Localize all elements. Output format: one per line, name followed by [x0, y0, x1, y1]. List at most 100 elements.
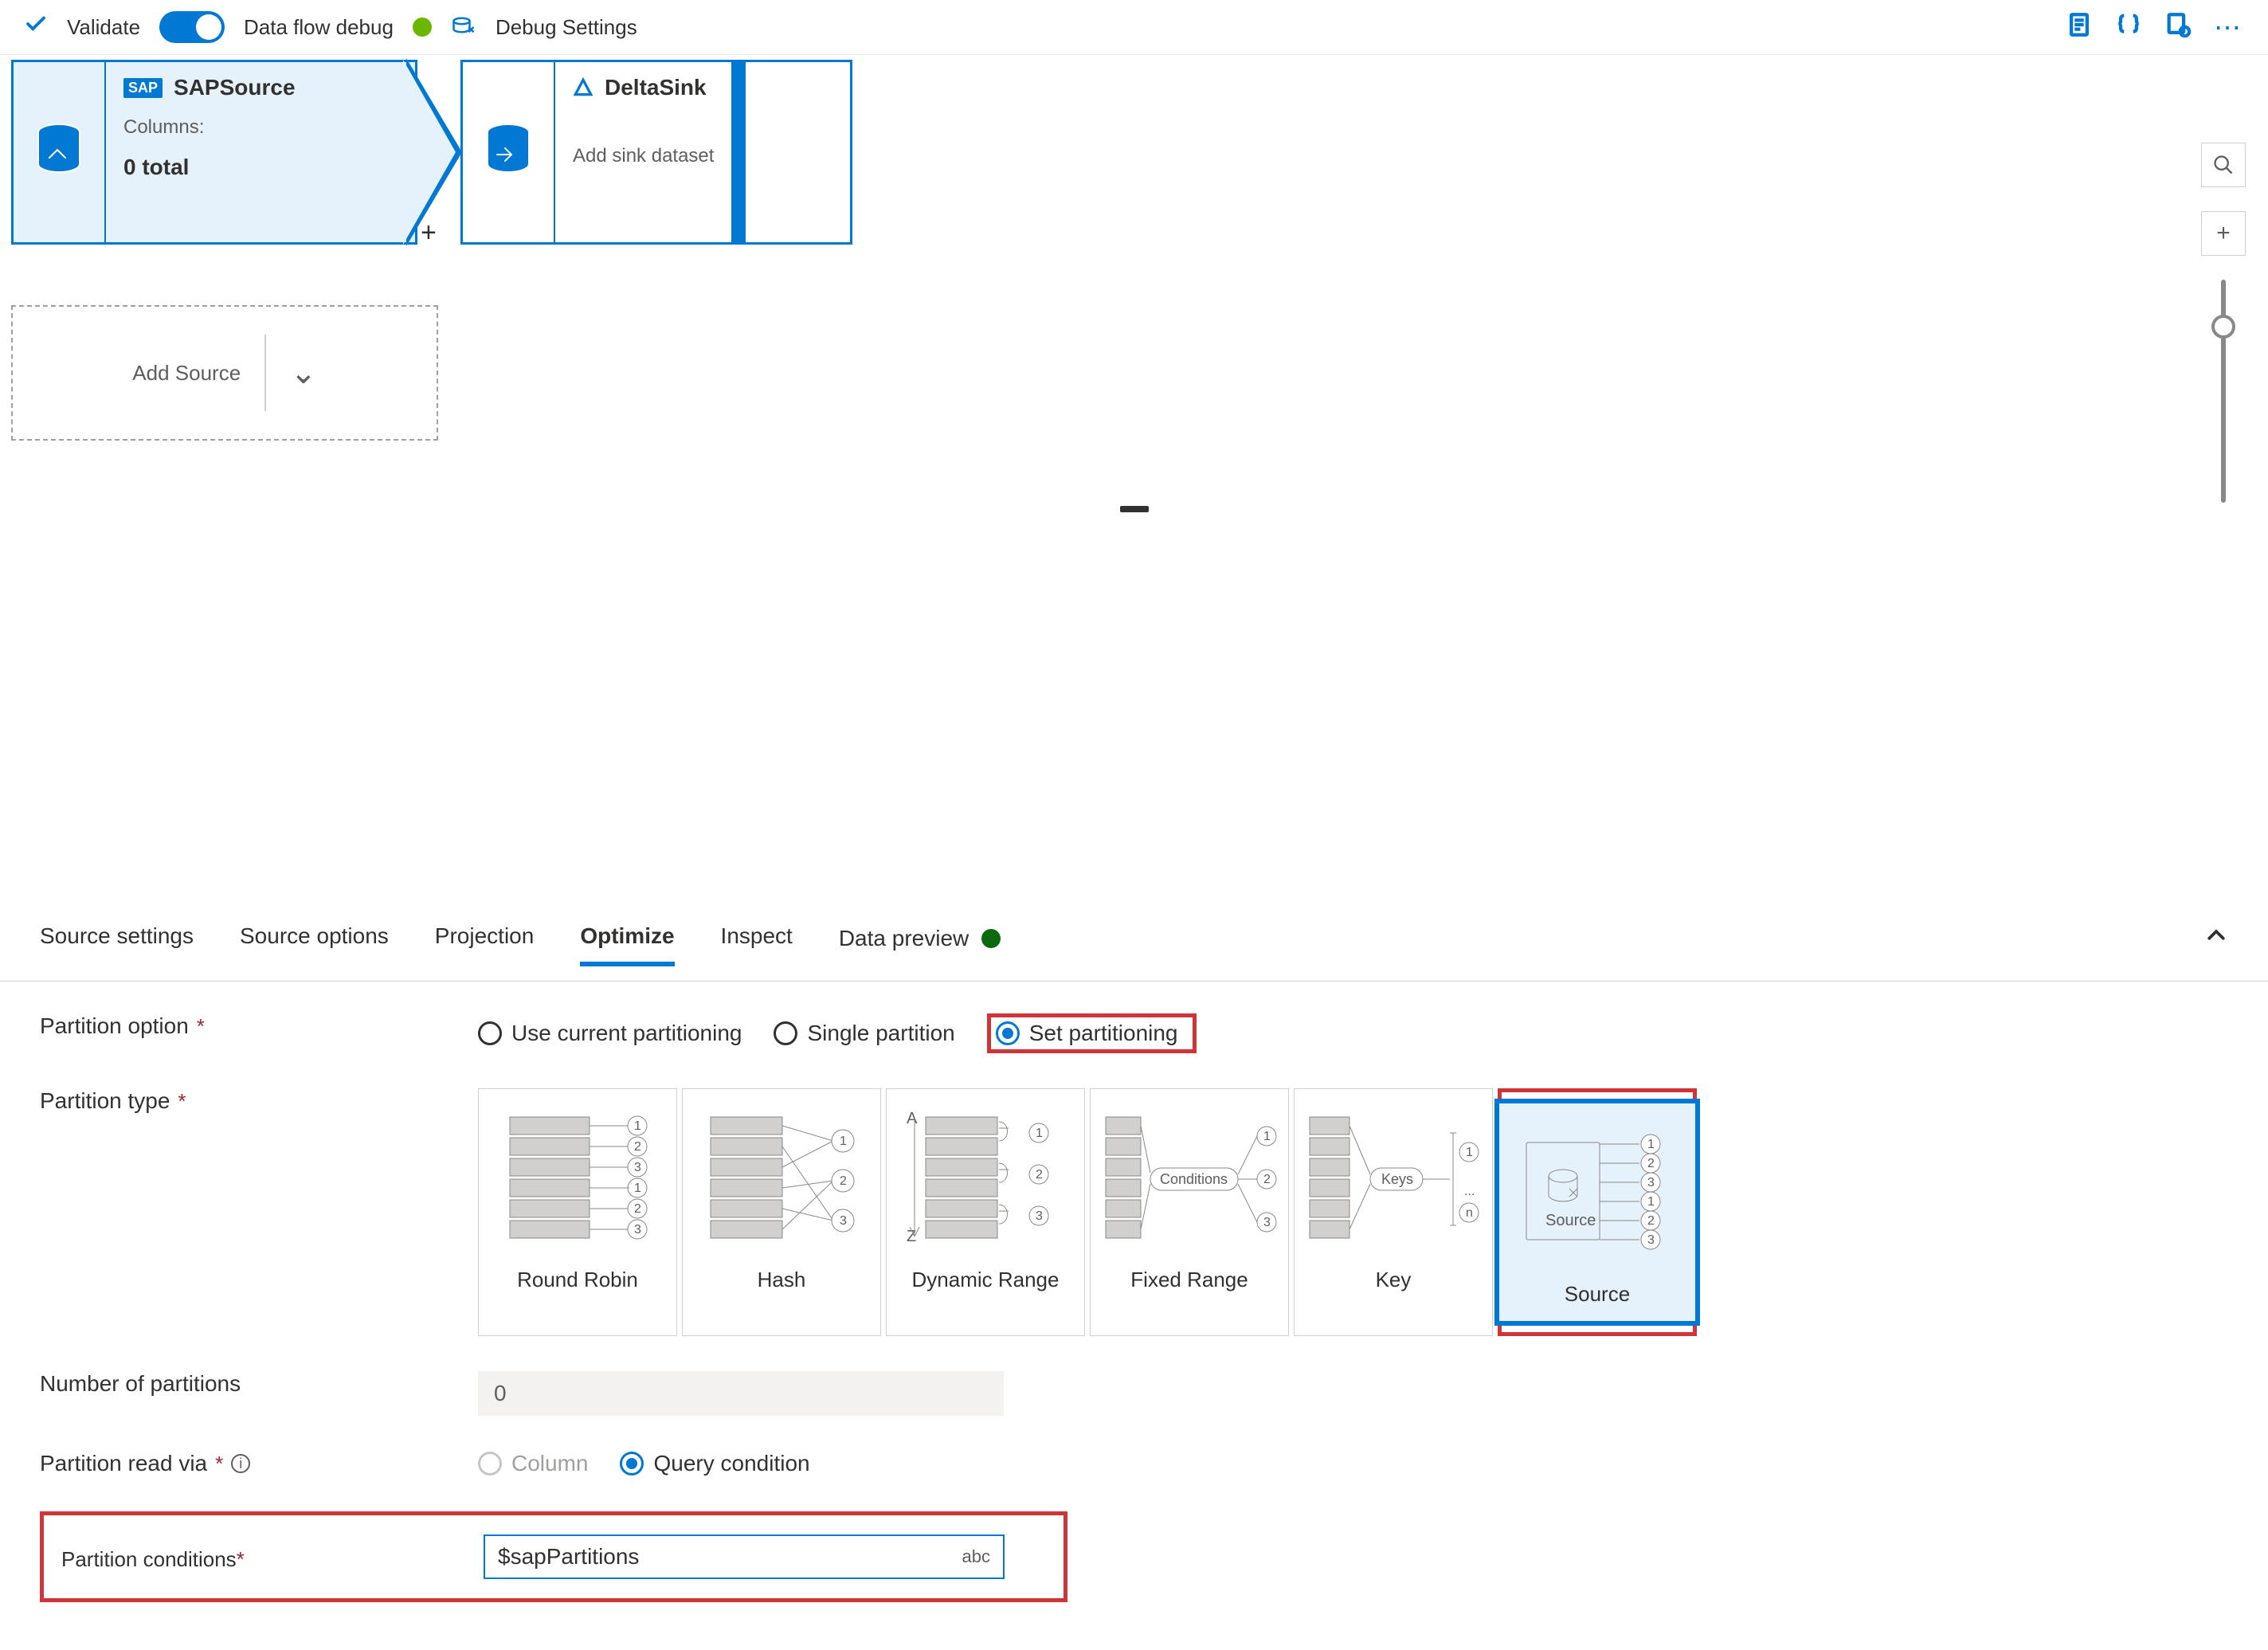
add-source-button[interactable]: Add Source ⌄ — [11, 305, 438, 441]
svg-text:2: 2 — [840, 1174, 847, 1188]
validate-button[interactable]: Validate — [67, 15, 140, 40]
read-via-row: Partition read via*i Column Query condit… — [40, 1451, 2228, 1476]
svg-text:3: 3 — [1647, 1176, 1655, 1189]
svg-text:Conditions: Conditions — [1160, 1171, 1228, 1187]
delta-sink-node[interactable]: DeltaSink Add sink dataset — [460, 60, 852, 245]
svg-text:3: 3 — [634, 1161, 641, 1174]
svg-text:1: 1 — [1647, 1195, 1655, 1209]
svg-text:...: ... — [1464, 1185, 1475, 1198]
svg-text:3: 3 — [840, 1214, 847, 1228]
search-canvas-button[interactable] — [2201, 143, 2246, 187]
tile-label-source: Source — [1499, 1271, 1695, 1321]
tile-label-hash: Hash — [683, 1256, 880, 1307]
svg-text:3: 3 — [1263, 1216, 1271, 1229]
num-partitions-label: Number of partitions — [40, 1371, 241, 1397]
svg-text:3: 3 — [1036, 1209, 1043, 1223]
svg-text:3: 3 — [634, 1223, 641, 1237]
columns-value: 0 total — [123, 155, 296, 180]
toolbar-right: ⋯ — [2066, 11, 2244, 44]
sap-node-title: SAPSource — [174, 75, 296, 100]
document-icon[interactable] — [2066, 11, 2093, 44]
add-step-button[interactable]: + — [421, 218, 437, 249]
radio-single-partition[interactable]: Single partition — [774, 1021, 954, 1046]
svg-text:1: 1 — [1647, 1138, 1655, 1151]
tab-source-options[interactable]: Source options — [240, 923, 389, 966]
top-toolbar: Validate Data flow debug Debug Settings … — [0, 0, 2268, 55]
canvas-rail: + — [2201, 143, 2246, 503]
num-partitions-row: Number of partitions — [40, 1371, 2228, 1416]
partition-option-row: Partition option* Use current partitioni… — [40, 1013, 2228, 1053]
abc-type-icon: abc — [962, 1546, 990, 1567]
checkmark-icon — [24, 12, 48, 42]
radio-set-partitioning[interactable]: Set partitioning — [996, 1021, 1178, 1046]
dataflow-canvas: SAP SAPSource Columns: 0 total + DeltaSin… — [0, 55, 2268, 453]
svg-text:3: 3 — [1647, 1233, 1655, 1247]
radio-use-current[interactable]: Use current partitioning — [478, 1021, 742, 1046]
svg-text:1: 1 — [1263, 1130, 1271, 1143]
info-icon[interactable]: i — [231, 1454, 250, 1473]
svg-text:Keys: Keys — [1381, 1171, 1413, 1187]
svg-text:2: 2 — [1647, 1157, 1655, 1170]
partition-option-label: Partition option — [40, 1013, 189, 1039]
partition-conditions-highlight: Partition conditions* $sapPartitions abc — [40, 1511, 1067, 1602]
svg-text:A: A — [907, 1110, 918, 1127]
tab-inspect[interactable]: Inspect — [721, 923, 793, 966]
tab-optimize[interactable]: Optimize — [580, 923, 674, 966]
svg-text:1: 1 — [1466, 1146, 1473, 1159]
tab-projection[interactable]: Projection — [435, 923, 535, 966]
debug-toggle[interactable] — [159, 11, 225, 43]
source-tile-caption: Source — [1545, 1212, 1596, 1229]
tile-dynamic-range[interactable]: AZ 1 2 3 Dynamic Range — [886, 1088, 1085, 1336]
detail-tabs: Source settings Source options Projectio… — [0, 453, 2268, 966]
tile-round-robin[interactable]: 1 2 3 2 3 1 Round Robin — [478, 1088, 677, 1336]
svg-text:2: 2 — [1647, 1214, 1655, 1228]
sink-db-icon — [463, 62, 555, 242]
partition-type-row: Partition type* 1 2 3 2 3 1 Round Robin — [40, 1088, 2228, 1336]
svg-text:2: 2 — [1263, 1173, 1271, 1186]
conditions-value: $sapPartitions — [498, 1544, 639, 1570]
more-icon[interactable]: ⋯ — [2214, 12, 2244, 44]
partition-type-label: Partition type — [40, 1088, 170, 1114]
svg-text:n: n — [1466, 1206, 1473, 1220]
collapse-panel-button[interactable] — [2204, 923, 2228, 954]
tile-hash[interactable]: 1 2 3 Hash — [682, 1088, 881, 1336]
add-source-label: Add Source — [132, 361, 241, 386]
tile-key[interactable]: Keys 1 ... n Key — [1294, 1088, 1493, 1336]
svg-text:2: 2 — [634, 1202, 641, 1216]
tile-fixed-range[interactable]: Conditions 1 2 3 Fixed Range — [1090, 1088, 1289, 1336]
debug-settings-button[interactable]: Debug Settings — [496, 15, 637, 40]
source-db-icon — [14, 62, 106, 242]
num-partitions-input[interactable] — [478, 1371, 1004, 1416]
tile-label-key: Key — [1295, 1256, 1492, 1307]
code-braces-icon[interactable] — [2115, 11, 2142, 44]
svg-text:1: 1 — [1036, 1127, 1043, 1140]
svg-text:2: 2 — [634, 1140, 641, 1154]
document-gear-icon[interactable] — [2164, 11, 2192, 44]
radio-read-via-query[interactable]: Query condition — [620, 1451, 809, 1476]
chevron-down-icon[interactable]: ⌄ — [290, 355, 317, 391]
tile-label-fixed-range: Fixed Range — [1091, 1256, 1288, 1307]
sap-logo-icon: SAP — [123, 78, 163, 98]
columns-label: Columns: — [123, 116, 296, 139]
svg-text:2: 2 — [1036, 1168, 1043, 1182]
delta-icon — [573, 77, 593, 98]
svg-text:1: 1 — [634, 1182, 641, 1195]
svg-text:1: 1 — [840, 1135, 847, 1148]
tile-label-dynamic-range: Dynamic Range — [887, 1256, 1084, 1307]
read-via-label: Partition read via — [40, 1451, 207, 1476]
tile-label-round-robin: Round Robin — [479, 1256, 676, 1307]
tile-source-highlight: Source 1 2 3 1 2 3 Source — [1498, 1088, 1697, 1336]
tab-source-settings[interactable]: Source settings — [40, 923, 194, 966]
debug-status-icon — [413, 18, 432, 37]
delta-node-subtitle: Add sink dataset — [573, 145, 714, 167]
conditions-label: Partition conditions — [61, 1547, 237, 1571]
partition-type-tiles: 1 2 3 2 3 1 Round Robin 1 — [478, 1088, 1697, 1336]
add-canvas-button[interactable]: + — [2201, 211, 2246, 256]
preview-status-icon — [981, 929, 1001, 948]
debug-toggle-label: Data flow debug — [244, 15, 394, 40]
tile-source[interactable]: Source 1 2 3 1 2 3 Source — [1494, 1099, 1700, 1326]
conditions-input[interactable]: $sapPartitions abc — [484, 1534, 1005, 1579]
sap-source-node[interactable]: SAP SAPSource Columns: 0 total — [11, 60, 417, 245]
partition-option-radios: Use current partitioning Single partitio… — [478, 1013, 1197, 1053]
tab-data-preview[interactable]: Data preview — [839, 923, 1001, 966]
